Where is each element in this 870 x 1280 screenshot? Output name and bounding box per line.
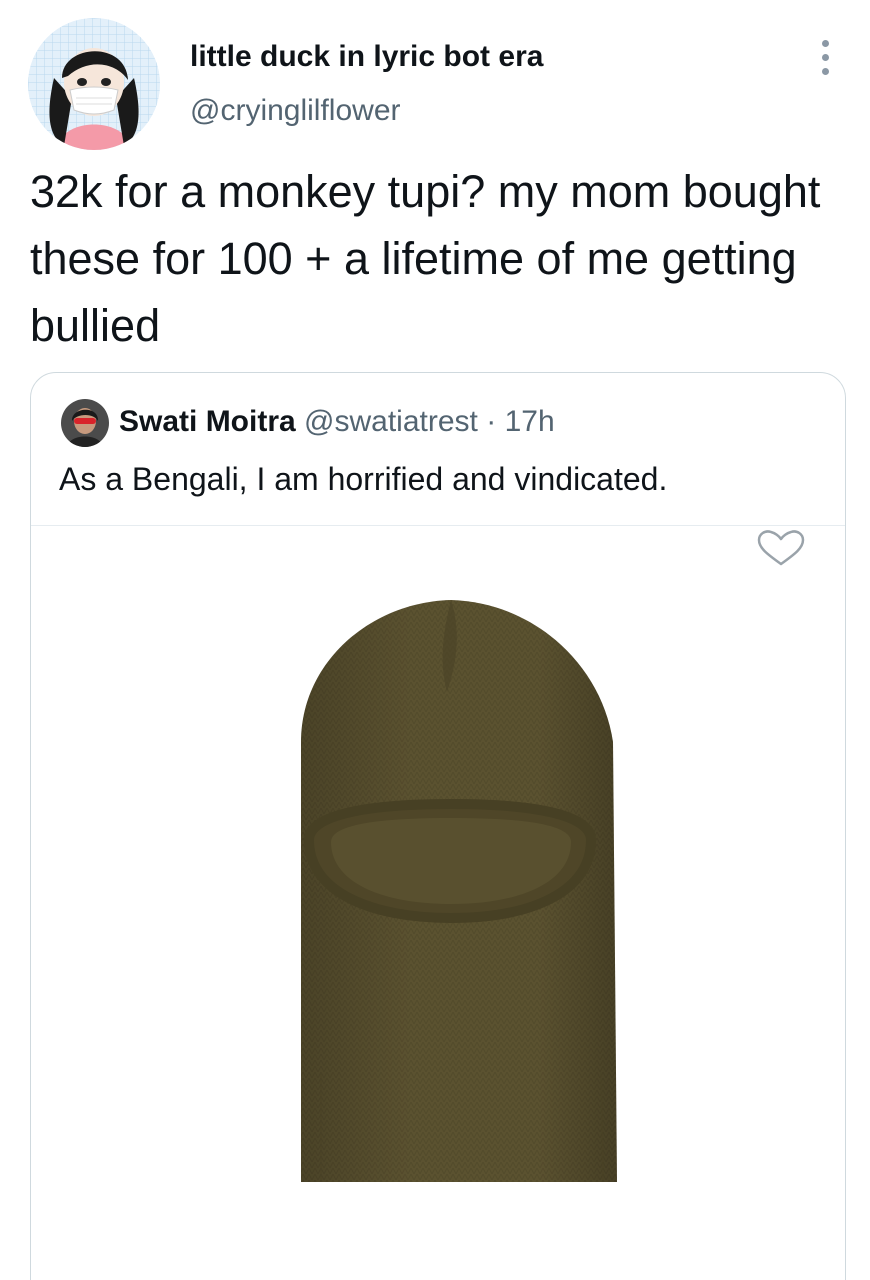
more-options-button[interactable]	[808, 36, 844, 80]
quoted-tweet-image[interactable]	[31, 525, 845, 1280]
balaclava-image	[301, 600, 617, 1182]
quoted-tweet-text: As a Bengali, I am horrified and vindica…	[59, 461, 668, 497]
author-handle[interactable]: @cryinglilflower	[190, 94, 401, 128]
author-display-name[interactable]: little duck in lyric bot era	[190, 40, 543, 74]
quoted-author-avatar[interactable]	[61, 399, 109, 447]
quoted-tweet-card[interactable]: Swati Moitra @swatiatrest · 17h As a Ben…	[30, 372, 846, 1280]
author-avatar[interactable]	[28, 18, 160, 150]
separator-dot: ·	[486, 405, 497, 438]
heart-outline-icon	[757, 530, 805, 566]
quoted-tweet-time[interactable]: 17h	[505, 405, 555, 438]
quoted-author-display-name[interactable]: Swati Moitra	[119, 405, 296, 438]
quoted-tweet-header: Swati Moitra @swatiatrest · 17h	[119, 405, 555, 439]
tweet: little duck in lyric bot era @cryinglilf…	[0, 0, 870, 1280]
quoted-author-handle[interactable]: @swatiatrest	[304, 405, 478, 438]
tweet-text: 32k for a monkey tupi? my mom bought the…	[30, 166, 821, 351]
